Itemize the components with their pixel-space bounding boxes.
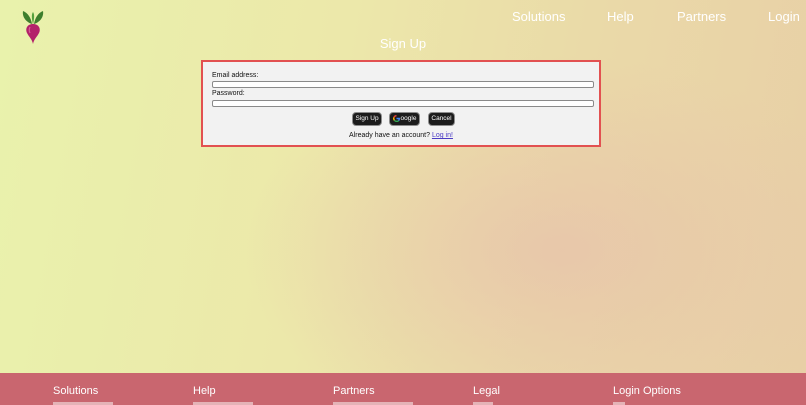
- email-input[interactable]: [212, 81, 594, 88]
- login-prompt-line: Already have an account? Log in!: [203, 132, 599, 139]
- google-g-icon: [392, 114, 400, 122]
- nav-solutions[interactable]: Solutions: [512, 9, 565, 24]
- email-label: Email address:: [212, 72, 259, 79]
- footer-heading-solutions: Solutions: [53, 385, 99, 397]
- nav-partners[interactable]: Partners: [677, 9, 726, 24]
- page-title: Sign Up: [379, 36, 427, 51]
- cancel-button[interactable]: Cancel: [428, 112, 455, 126]
- footer-heading-partners: Partners: [333, 385, 375, 397]
- footer-heading-help: Help: [193, 385, 216, 397]
- nav-help[interactable]: Help: [607, 9, 634, 24]
- footer-heading-legal: Legal: [473, 385, 500, 397]
- google-button-label: oogle: [400, 115, 417, 122]
- login-prompt-text: Already have an account?: [349, 132, 430, 139]
- signup-form-card: Email address: Password: Sign Up oogle C…: [201, 60, 601, 147]
- footer-heading-login-options: Login Options: [613, 385, 681, 397]
- signup-button[interactable]: Sign Up: [352, 112, 382, 126]
- site-footer: Solutions Help Partners Legal Login Opti…: [0, 373, 806, 405]
- nav-login[interactable]: Login: [768, 9, 800, 24]
- password-input[interactable]: [212, 100, 594, 107]
- login-link[interactable]: Log in!: [432, 132, 453, 139]
- password-label: Password:: [212, 90, 245, 97]
- google-signup-button[interactable]: oogle: [389, 112, 420, 126]
